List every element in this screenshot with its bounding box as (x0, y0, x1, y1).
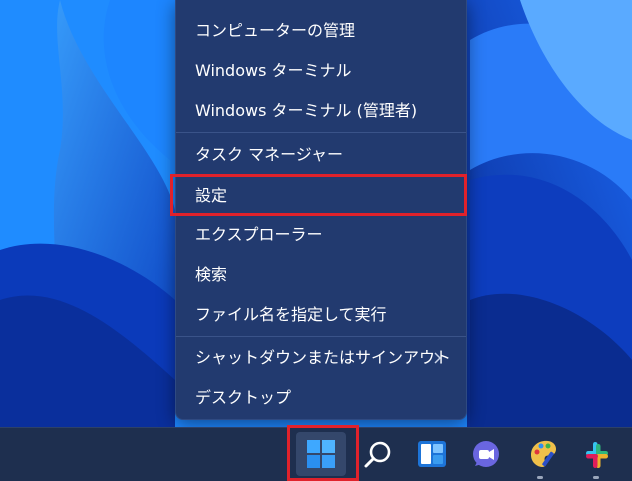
menu-item-file-explorer[interactable]: エクスプローラー (176, 215, 466, 255)
menu-separator (176, 132, 466, 133)
menu-item-label: シャットダウンまたはサインアウト (195, 348, 452, 367)
menu-item-task-manager[interactable]: タスク マネージャー (176, 135, 466, 175)
teams-chat-icon[interactable] (469, 438, 503, 472)
menu-item-desktop[interactable]: デスクトップ (176, 378, 466, 418)
running-indicator (537, 476, 543, 479)
slack-icon[interactable] (580, 438, 614, 472)
menu-item-search[interactable]: 検索 (176, 255, 466, 295)
menu-item-computer-management[interactable]: コンピューターの管理 (176, 11, 466, 51)
menu-item-shutdown-signout[interactable]: シャットダウンまたはサインアウト (176, 338, 466, 378)
menu-item-run[interactable]: ファイル名を指定して実行 (176, 295, 466, 335)
settings-highlight-box (170, 174, 467, 216)
search-icon[interactable] (361, 438, 395, 472)
start-highlight-box (287, 425, 359, 481)
menu-separator (176, 336, 466, 337)
chevron-right-icon (434, 352, 442, 364)
paint-icon[interactable] (526, 437, 560, 471)
menu-item-windows-terminal[interactable]: Windows ターミナル (176, 51, 466, 91)
menu-item-windows-terminal-admin[interactable]: Windows ターミナル (管理者) (176, 91, 466, 131)
widgets-icon[interactable] (415, 437, 449, 471)
running-indicator (593, 476, 599, 479)
